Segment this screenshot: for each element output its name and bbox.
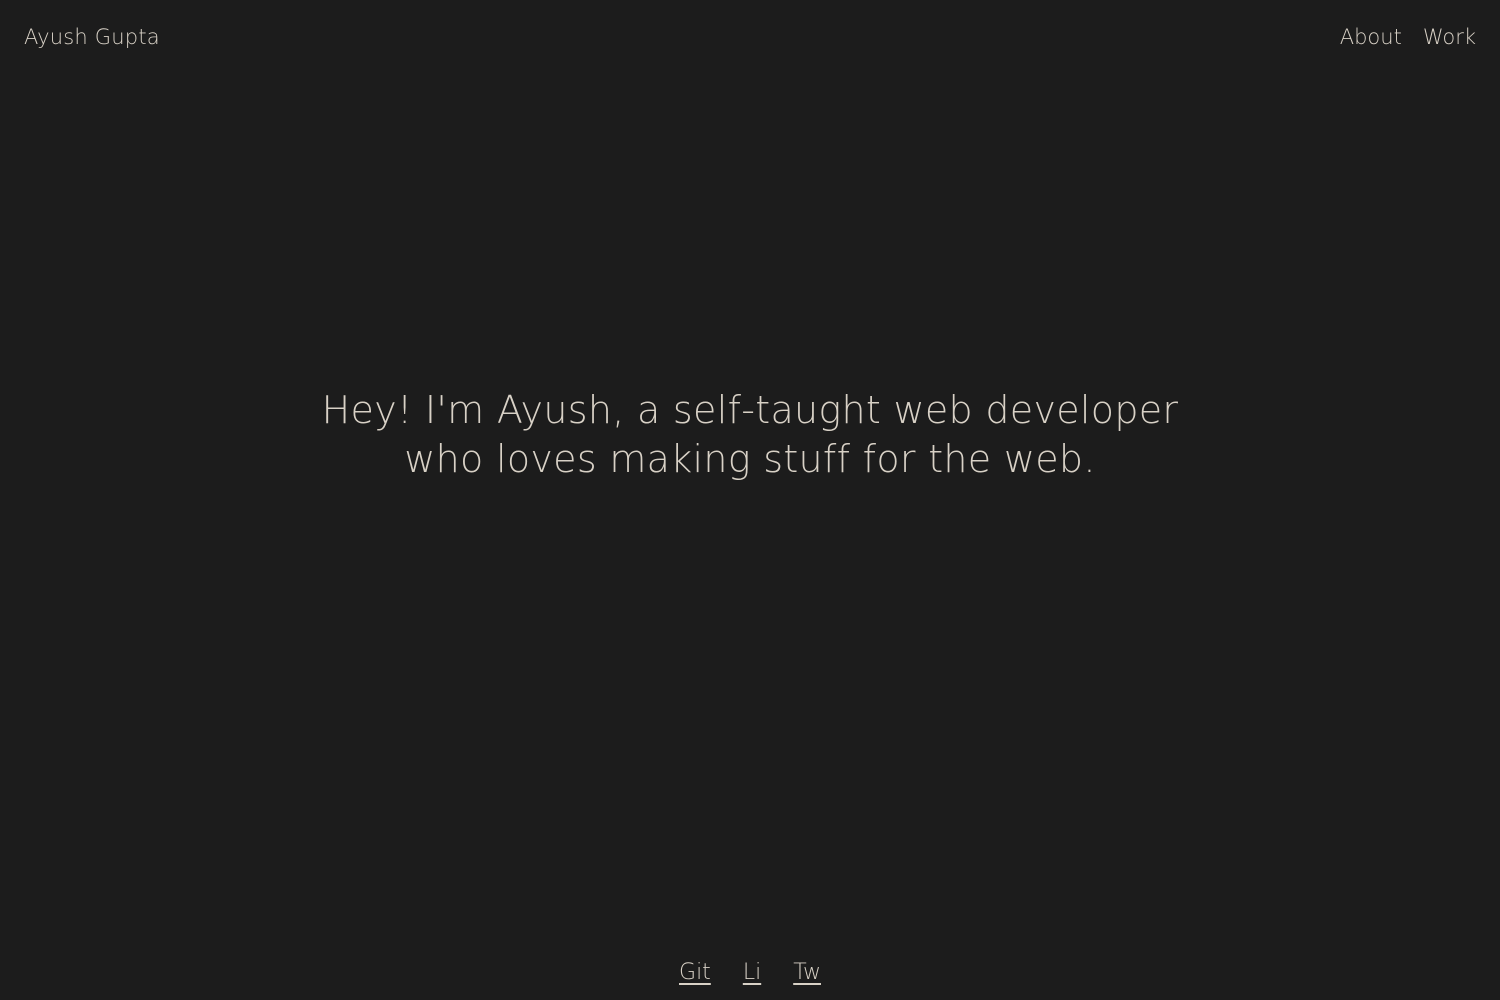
twitter-link[interactable]: Tw [793, 960, 821, 985]
hero-line-1: Hey! I'm Ayush, a self-taught web develo… [321, 388, 1179, 432]
brand-link[interactable]: Ayush Gupta [24, 25, 160, 49]
linkedin-link[interactable]: Li [743, 960, 761, 985]
hero-intro: Hey! I'm Ayush, a self-taught web develo… [0, 386, 1500, 484]
nav-link-about[interactable]: About [1340, 25, 1402, 49]
hero-line-2: who loves making stuff for the web. [404, 437, 1096, 481]
github-link[interactable]: Git [679, 960, 711, 985]
site-header: Ayush Gupta About Work [0, 0, 1500, 74]
page: { "colors": { "background": "#1c1c1c", "… [0, 0, 1500, 1000]
main-nav: About Work [1340, 25, 1476, 49]
social-links: Git Li Tw [0, 960, 1500, 985]
nav-link-work[interactable]: Work [1423, 25, 1476, 49]
